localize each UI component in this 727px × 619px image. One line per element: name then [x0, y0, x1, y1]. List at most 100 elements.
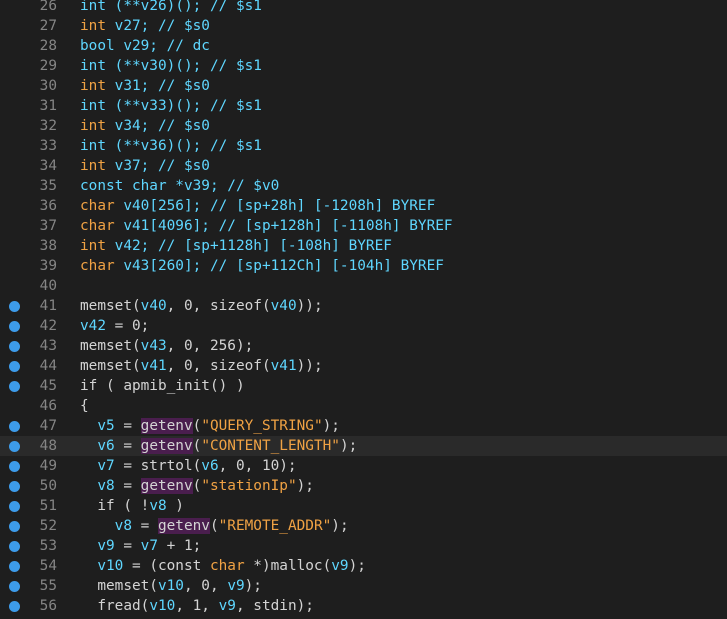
breakpoint-dot-icon[interactable] [9, 461, 20, 472]
code-line[interactable]: 41 memset(v40, 0, sizeof(v40)); [0, 296, 727, 316]
code-line[interactable]: 26 int (**v26)(); // $s1 [0, 0, 727, 16]
code-token: int [80, 18, 115, 34]
code-token: v6 [97, 438, 115, 454]
code-token: char [209, 558, 245, 574]
code-line[interactable]: 35 const char *v39; // $v0 [0, 176, 727, 196]
code-text: int v31; // $s0 [80, 76, 210, 96]
code-line[interactable]: 53 v9 = v7 + 1; [0, 536, 727, 556]
code-line[interactable]: 54 v10 = (const char *)malloc(v9); [0, 556, 727, 576]
code-text: int (**v30)(); // $s1 [80, 56, 262, 76]
code-token: v5 [97, 418, 115, 434]
code-token: v9 [331, 558, 349, 574]
code-line[interactable]: 48 v6 = getenv("CONTENT_LENGTH"); [0, 436, 727, 456]
code-token: v8 [149, 498, 167, 514]
function-call-token: getenv [157, 518, 210, 534]
breakpoint-dot-icon[interactable] [9, 561, 20, 572]
breakpoint-dot-icon[interactable] [9, 521, 20, 532]
code-token: v7 [140, 538, 158, 554]
line-number: 34 [39, 158, 57, 174]
code-token: ); [331, 518, 349, 534]
code-token: v41 [270, 358, 297, 374]
code-line[interactable]: 32 int v34; // $s0 [0, 116, 727, 136]
code-token: v41 [140, 358, 167, 374]
code-token: v8 [97, 478, 115, 494]
breakpoint-dot-icon[interactable] [9, 341, 20, 352]
breakpoint-dot-icon[interactable] [9, 581, 20, 592]
code-token: char [80, 258, 124, 274]
code-line[interactable]: 34 int v37; // $s0 [0, 156, 727, 176]
code-token: "stationIp" [201, 478, 297, 494]
code-text: int v34; // $s0 [80, 116, 210, 136]
code-line[interactable]: 28 bool v29; // dc [0, 36, 727, 56]
code-line[interactable]: 43 memset(v43, 0, 256); [0, 336, 727, 356]
code-line[interactable]: 27 int v27; // $s0 [0, 16, 727, 36]
code-text: v6 = getenv("CONTENT_LENGTH"); [80, 436, 357, 456]
code-text: v5 = getenv("QUERY_STRING"); [80, 416, 340, 436]
line-number: 53 [39, 538, 57, 554]
code-text: if ( !v8 ) [80, 496, 184, 516]
code-line[interactable]: 30 int v31; // $s0 [0, 76, 727, 96]
breakpoint-dot-icon[interactable] [9, 321, 20, 332]
code-token: int (** [80, 0, 141, 14]
line-number: 56 [39, 598, 57, 614]
code-token: = [114, 418, 141, 434]
code-editor[interactable]: 26 int (**v26)(); // $s1 27 int v27; // $s0… [0, 0, 727, 619]
code-line[interactable]: 45 if ( apmib_init() ) [0, 376, 727, 396]
code-token: int (**v30)(); // $s1 [80, 58, 262, 74]
code-line[interactable]: 31 int (**v33)(); // $s1 [0, 96, 727, 116]
code-line[interactable]: 56 fread(v10, 1, v9, stdin); [0, 596, 727, 616]
code-line[interactable]: 40 [0, 276, 727, 296]
code-line[interactable]: 33 int (**v36)(); // $s1 [0, 136, 727, 156]
breakpoint-dot-icon[interactable] [9, 441, 20, 452]
code-text: int v27; // $s0 [80, 16, 210, 36]
code-token: v10 [149, 598, 176, 614]
code-line[interactable]: 50 v8 = getenv("stationIp"); [0, 476, 727, 496]
line-number: 45 [39, 378, 57, 394]
code-line[interactable]: 44 memset(v41, 0, sizeof(v41)); [0, 356, 727, 376]
code-token: int (**v33)(); // $s1 [80, 98, 262, 114]
code-line[interactable]: 36 char v40[256]; // [sp+28h] [-1208h] BY… [0, 196, 727, 216]
breakpoint-dot-icon[interactable] [9, 421, 20, 432]
breakpoint-dot-icon[interactable] [9, 381, 20, 392]
function-call-token: getenv [140, 438, 193, 454]
code-token: const char *v39; // $v0 [80, 178, 280, 194]
code-line[interactable]: 49 v7 = strtol(v6, 0, 10); [0, 456, 727, 476]
line-number: 32 [39, 118, 57, 134]
code-token: { [80, 398, 89, 414]
code-token: v41[4096]; // [sp+128h] [-1108h] BYREF [123, 218, 453, 234]
line-number: 27 [39, 18, 57, 34]
code-line[interactable]: 42 v42 = 0; [0, 316, 727, 336]
code-line[interactable]: 47 v5 = getenv("QUERY_STRING"); [0, 416, 727, 436]
code-line[interactable]: 46 { [0, 396, 727, 416]
line-number: 31 [39, 98, 57, 114]
line-number: 35 [39, 178, 57, 194]
code-text: v8 = getenv("REMOTE_ADDR"); [80, 516, 349, 536]
code-token: = [114, 538, 141, 554]
code-line[interactable]: 37 char v41[4096]; // [sp+128h] [-1108h] … [0, 216, 727, 236]
code-line[interactable]: 52 v8 = getenv("REMOTE_ADDR"); [0, 516, 727, 536]
code-token: "QUERY_STRING" [201, 418, 323, 434]
code-line[interactable]: 39 char v43[260]; // [sp+112Ch] [-104h] B… [0, 256, 727, 276]
code-token: )(); // $s1 [166, 0, 262, 14]
code-token: v42; // [sp+1128h] [-108h] BYREF [114, 238, 392, 254]
code-line[interactable]: 38 int v42; // [sp+1128h] [-108h] BYREF [0, 236, 727, 256]
code-line[interactable]: 29 int (**v30)(); // $s1 [0, 56, 727, 76]
breakpoint-dot-icon[interactable] [9, 541, 20, 552]
breakpoint-dot-icon[interactable] [9, 361, 20, 372]
code-token: ); [322, 418, 340, 434]
code-text: int v42; // [sp+1128h] [-108h] BYREF [80, 236, 392, 256]
code-token: int [80, 238, 115, 254]
code-token: int [80, 118, 115, 134]
code-token: )); [296, 358, 323, 374]
breakpoint-dot-icon[interactable] [9, 301, 20, 312]
line-number: 41 [39, 298, 57, 314]
code-text: int (**v33)(); // $s1 [80, 96, 262, 116]
breakpoint-dot-icon[interactable] [9, 501, 20, 512]
code-token: int [80, 158, 115, 174]
breakpoint-dot-icon[interactable] [9, 481, 20, 492]
line-number: 38 [39, 238, 57, 254]
breakpoint-dot-icon[interactable] [9, 601, 20, 612]
code-token: v27 [114, 18, 141, 34]
code-line[interactable]: 55 memset(v10, 0, v9); [0, 576, 727, 596]
code-line[interactable]: 51 if ( !v8 ) [0, 496, 727, 516]
